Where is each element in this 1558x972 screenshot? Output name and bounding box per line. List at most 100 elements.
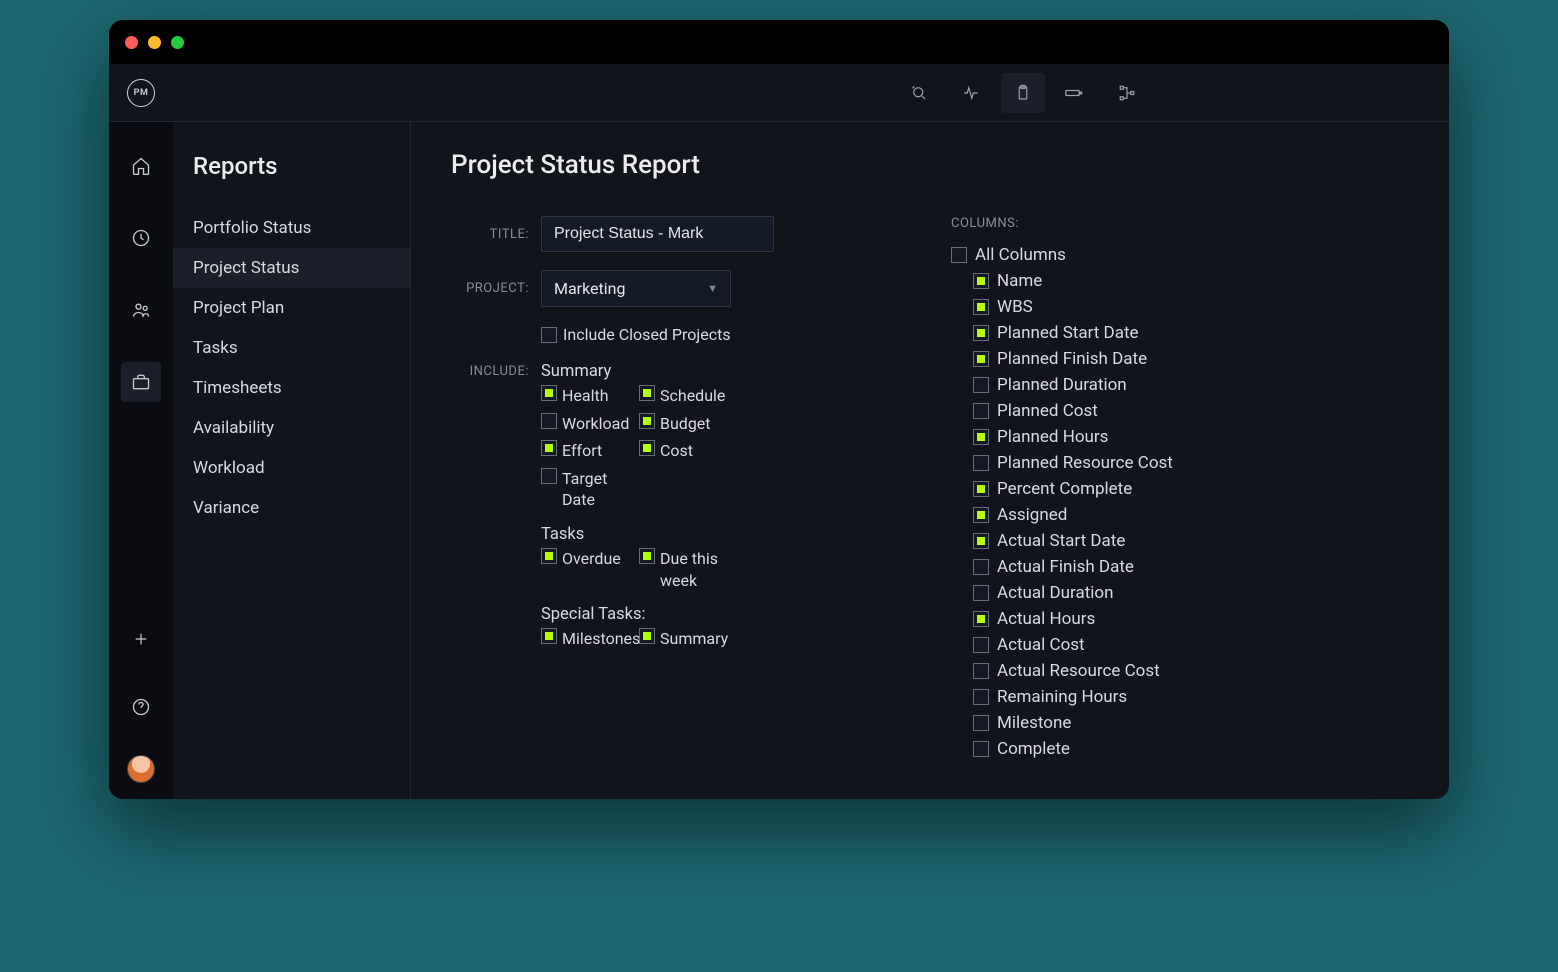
column-actual-resource-cost[interactable]: Actual Resource Cost xyxy=(951,661,1173,681)
top-toolbar: PM xyxy=(109,64,1449,122)
include-option-effort[interactable]: Effort xyxy=(541,440,635,462)
include-option-label: Budget xyxy=(660,413,711,435)
column-actual-finish-date[interactable]: Actual Finish Date xyxy=(951,557,1173,577)
column-planned-resource-cost[interactable]: Planned Resource Cost xyxy=(951,453,1173,473)
battery-icon[interactable] xyxy=(1053,73,1097,113)
activity-icon[interactable] xyxy=(949,73,993,113)
sidebar-item-portfolio-status[interactable]: Portfolio Status xyxy=(173,208,410,248)
briefcase-icon[interactable] xyxy=(121,362,161,402)
window-maximize-button[interactable] xyxy=(171,36,184,49)
checkbox-icon xyxy=(973,637,989,653)
column-assigned[interactable]: Assigned xyxy=(951,505,1173,525)
checkbox-icon xyxy=(639,413,655,429)
column-wbs[interactable]: WBS xyxy=(951,297,1173,317)
include-option-label: Effort xyxy=(562,440,602,462)
reports-title: Reports xyxy=(173,152,410,208)
checkbox-icon xyxy=(951,247,967,263)
window-minimize-button[interactable] xyxy=(148,36,161,49)
page-title: Project Status Report xyxy=(451,150,1409,180)
include-closed-checkbox[interactable]: Include Closed Projects xyxy=(541,325,731,344)
columns-panel: COLUMNS: All ColumnsNameWBSPlanned Start… xyxy=(951,216,1173,759)
report-title-input[interactable] xyxy=(541,216,774,252)
topbar-icons xyxy=(897,73,1449,113)
include-option-workload[interactable]: Workload xyxy=(541,413,635,435)
sidebar-item-availability[interactable]: Availability xyxy=(173,408,410,448)
column-planned-duration[interactable]: Planned Duration xyxy=(951,375,1173,395)
include-option-due-this-week[interactable]: Due this week xyxy=(639,548,733,591)
chevron-down-icon: ▼ xyxy=(707,282,718,295)
column-label: Planned Finish Date xyxy=(997,349,1147,369)
column-all-columns[interactable]: All Columns xyxy=(951,245,1173,265)
include-option-overdue[interactable]: Overdue xyxy=(541,548,635,591)
main-content: Project Status Report TITLE: PROJECT: Ma… xyxy=(411,122,1449,799)
column-actual-duration[interactable]: Actual Duration xyxy=(951,583,1173,603)
include-option-target-date[interactable]: Target Date xyxy=(541,468,635,511)
sidebar-item-timesheets[interactable]: Timesheets xyxy=(173,368,410,408)
column-percent-complete[interactable]: Percent Complete xyxy=(951,479,1173,499)
add-icon[interactable] xyxy=(121,619,161,659)
column-actual-start-date[interactable]: Actual Start Date xyxy=(951,531,1173,551)
brand: PM xyxy=(109,79,173,107)
include-option-cost[interactable]: Cost xyxy=(639,440,733,462)
checkbox-icon xyxy=(973,455,989,471)
home-icon[interactable] xyxy=(121,146,161,186)
checkbox-icon xyxy=(541,628,557,644)
column-label: Planned Duration xyxy=(997,375,1127,395)
brand-logo[interactable]: PM xyxy=(127,79,155,107)
include-option-label: Health xyxy=(562,385,609,407)
include-summary-head: Summary xyxy=(541,362,851,381)
tree-icon[interactable] xyxy=(1105,73,1149,113)
clipboard-icon[interactable] xyxy=(1001,73,1045,113)
checkbox-icon xyxy=(541,548,557,564)
sidebar-item-tasks[interactable]: Tasks xyxy=(173,328,410,368)
column-planned-hours[interactable]: Planned Hours xyxy=(951,427,1173,447)
column-remaining-hours[interactable]: Remaining Hours xyxy=(951,687,1173,707)
team-icon[interactable] xyxy=(121,290,161,330)
include-label: INCLUDE: xyxy=(451,362,529,379)
column-label: Complete xyxy=(997,739,1070,759)
column-milestone[interactable]: Milestone xyxy=(951,713,1173,733)
include-option-health[interactable]: Health xyxy=(541,385,635,407)
app-body: Reports Portfolio StatusProject StatusPr… xyxy=(109,122,1449,799)
checkbox-icon xyxy=(973,689,989,705)
clock-icon[interactable] xyxy=(121,218,161,258)
help-icon[interactable] xyxy=(121,687,161,727)
checkbox-icon xyxy=(541,440,557,456)
checkbox-icon xyxy=(639,548,655,564)
checkbox-icon xyxy=(973,325,989,341)
column-label: Planned Hours xyxy=(997,427,1108,447)
project-select[interactable]: Marketing ▼ xyxy=(541,270,731,307)
include-option-label: Milestones xyxy=(562,628,640,650)
checkbox-icon xyxy=(973,559,989,575)
include-option-milestones[interactable]: Milestones xyxy=(541,628,635,650)
sidebar-item-workload[interactable]: Workload xyxy=(173,448,410,488)
include-option-schedule[interactable]: Schedule xyxy=(639,385,733,407)
title-label: TITLE: xyxy=(451,227,529,242)
column-actual-hours[interactable]: Actual Hours xyxy=(951,609,1173,629)
sidebar-item-project-plan[interactable]: Project Plan xyxy=(173,288,410,328)
checkbox-icon xyxy=(973,663,989,679)
include-option-budget[interactable]: Budget xyxy=(639,413,733,435)
user-avatar[interactable] xyxy=(127,755,155,783)
include-option-label: Due this week xyxy=(660,548,733,591)
column-label: Milestone xyxy=(997,713,1071,733)
column-complete[interactable]: Complete xyxy=(951,739,1173,759)
sidebar-item-variance[interactable]: Variance xyxy=(173,488,410,528)
sidebar-item-project-status[interactable]: Project Status xyxy=(173,248,410,288)
search-icon[interactable] xyxy=(897,73,941,113)
column-planned-cost[interactable]: Planned Cost xyxy=(951,401,1173,421)
checkbox-icon xyxy=(973,741,989,757)
window-close-button[interactable] xyxy=(125,36,138,49)
include-option-summary[interactable]: Summary xyxy=(639,628,733,650)
column-planned-finish-date[interactable]: Planned Finish Date xyxy=(951,349,1173,369)
column-actual-cost[interactable]: Actual Cost xyxy=(951,635,1173,655)
checkbox-icon xyxy=(973,403,989,419)
column-planned-start-date[interactable]: Planned Start Date xyxy=(951,323,1173,343)
checkbox-icon xyxy=(541,385,557,401)
report-form: TITLE: PROJECT: Marketing ▼ xyxy=(451,216,851,759)
column-name[interactable]: Name xyxy=(951,271,1173,291)
column-label: WBS xyxy=(997,297,1033,317)
reports-sidebar: Reports Portfolio StatusProject StatusPr… xyxy=(173,122,411,799)
checkbox-icon xyxy=(973,611,989,627)
include-option-label: Schedule xyxy=(660,385,725,407)
